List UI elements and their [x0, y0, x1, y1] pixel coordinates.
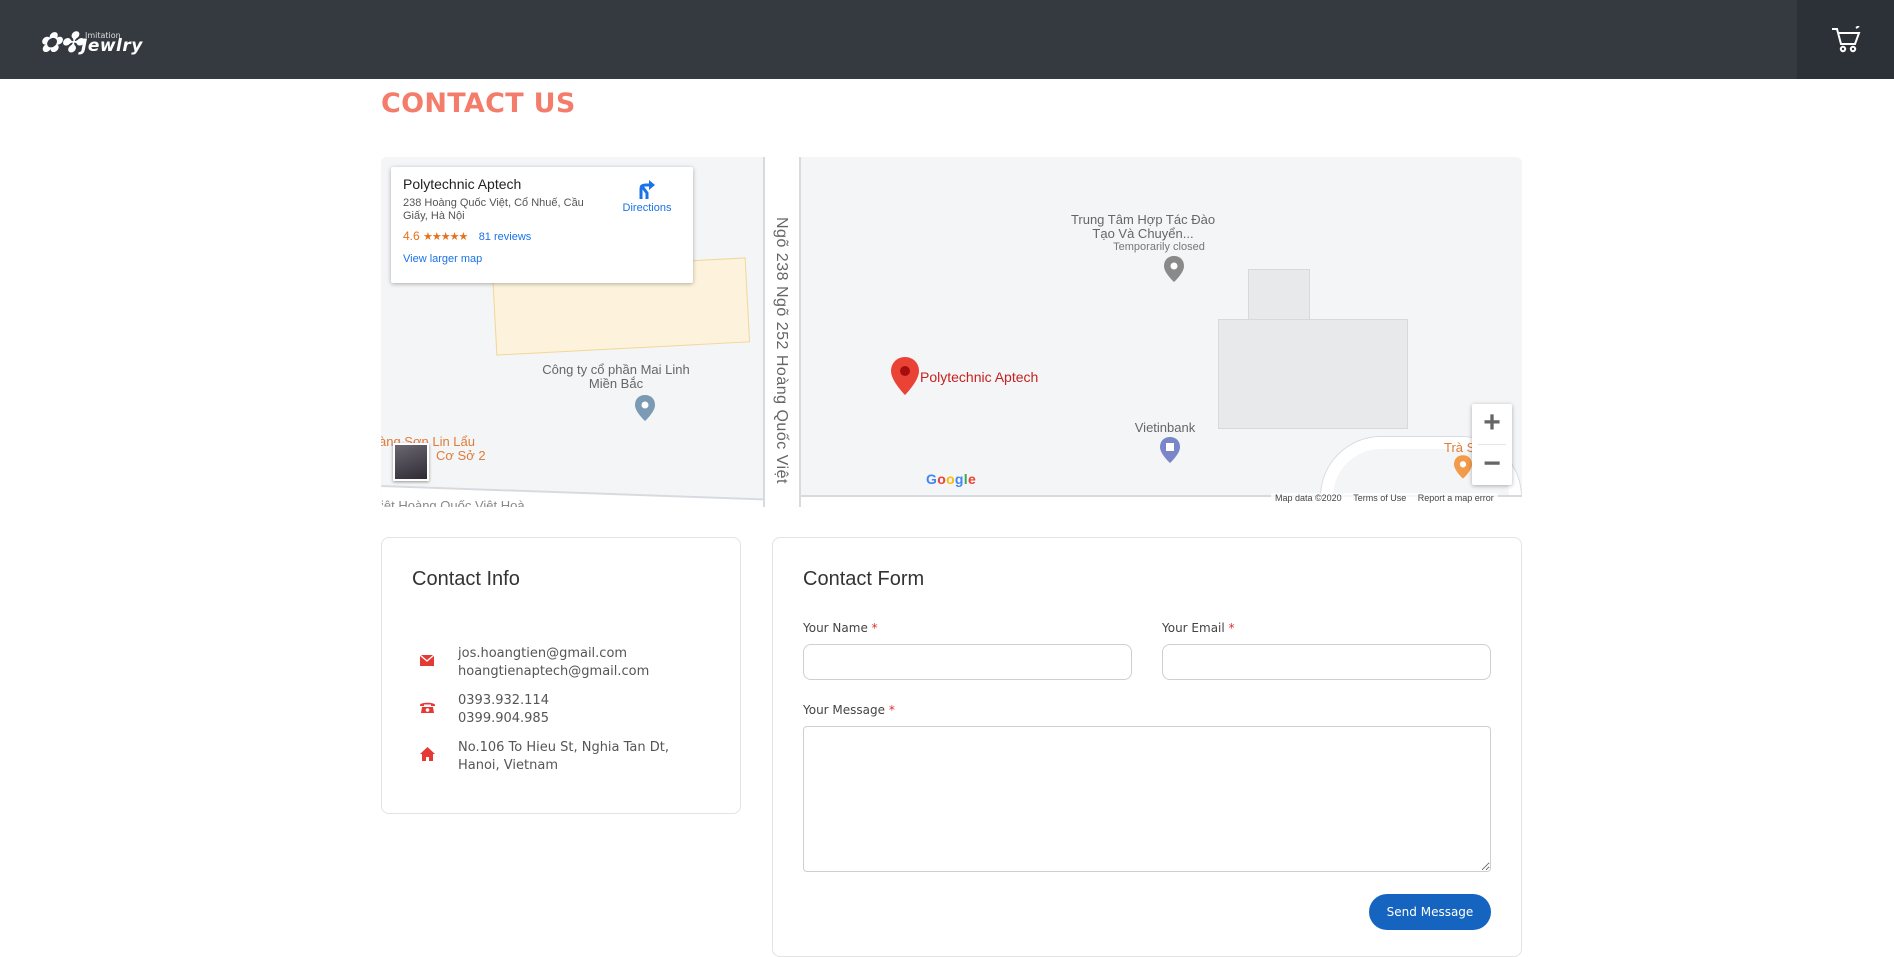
logo-mark: ✿✤: [38, 26, 83, 59]
zoom-out-button[interactable]: −: [1472, 445, 1512, 485]
reviews-link[interactable]: 81 reviews: [479, 231, 532, 243]
bank-pin-icon: [1160, 437, 1180, 463]
top-navbar: ✿✤ Imitation Jewlry: [0, 0, 1894, 79]
contact-form-card: Contact Form Your Name * Your Email * Yo…: [772, 537, 1522, 957]
place-rating: 4.6 ★★★★★ 81 reviews: [403, 229, 681, 243]
required-mark: *: [888, 703, 895, 717]
embedded-map[interactable]: Ngõ 238 Ngõ 252 Hoàng Quốc Việt Công ty …: [381, 157, 1522, 507]
address-row: No.106 To Hieu St, Nghia Tan Dt, Hanoi, …: [412, 739, 712, 775]
email-label-text: Your Email: [1162, 621, 1225, 635]
contact-form-title: Contact Form: [803, 568, 925, 590]
map-data-text: Map data ©2020: [1275, 493, 1342, 503]
phone-row: 0393.932.114 0399.904.985: [412, 692, 712, 728]
directions-button[interactable]: Directions: [617, 177, 677, 214]
google-logo: Google: [926, 471, 977, 487]
phone-1[interactable]: 0393.932.114: [458, 692, 549, 710]
rating-stars: ★★★★★: [423, 231, 468, 243]
phone-2[interactable]: 0399.904.985: [458, 710, 549, 728]
map-footer: Map data ©2020 Terms of Use Report a map…: [1271, 493, 1498, 507]
cart-button[interactable]: [1797, 0, 1894, 79]
logo-big-text: Jewlry: [81, 36, 143, 56]
street-view-thumbnail[interactable]: [393, 443, 429, 481]
map-pin-icon: [1164, 256, 1184, 282]
required-mark: *: [871, 621, 878, 635]
contact-info-card: Contact Info jos.hoangtien@gmail.com hoa…: [381, 537, 741, 814]
required-mark: *: [1228, 621, 1235, 635]
map-poi-label: Trung Tâm Hợp Tác Đào Tạo Và Chuyển...: [1070, 212, 1216, 241]
zoom-controls: + −: [1472, 404, 1512, 485]
map-street-label: Ngõ 238 Ngõ 252 Hoàng Quốc Việt: [773, 217, 790, 484]
cafe-pin-icon: [1454, 455, 1472, 479]
email-label: Your Email *: [1162, 621, 1235, 635]
map-area: [1218, 319, 1408, 429]
cart-icon: [1832, 26, 1861, 53]
site-logo[interactable]: ✿✤ Imitation Jewlry: [38, 22, 142, 59]
name-label-text: Your Name: [803, 621, 868, 635]
send-message-button[interactable]: Send Message: [1369, 894, 1491, 930]
phone-icon: [420, 702, 435, 713]
home-icon: [420, 747, 435, 761]
address-line-1: No.106 To Hieu St, Nghia Tan Dt,: [458, 740, 670, 755]
map-poi-status: Temporarily closed: [1113, 241, 1205, 253]
map-poi-label: Vietinbank: [1134, 420, 1196, 435]
message-label: Your Message *: [803, 703, 895, 717]
envelope-icon: [419, 654, 435, 666]
rating-value: 4.6: [403, 229, 420, 243]
name-label: Your Name *: [803, 621, 878, 635]
contact-info-title: Contact Info: [412, 568, 520, 590]
map-poi-label: Trà S: [1444, 440, 1476, 455]
name-input[interactable]: [803, 644, 1132, 680]
place-address: 238 Hoàng Quốc Việt, Cổ Nhuế, Cầu Giấy, …: [403, 197, 584, 222]
map-pin-icon: [635, 395, 655, 421]
view-larger-map-link[interactable]: View larger map: [403, 253, 681, 265]
zoom-in-button[interactable]: +: [1472, 404, 1512, 444]
map-poi-label: Công ty cổ phần Mai Linh Miền Bắc: [542, 362, 690, 391]
location-pin-icon[interactable]: [891, 357, 919, 395]
place-info-card: Polytechnic Aptech 238 Hoàng Quốc Việt, …: [391, 167, 693, 283]
map-street-label: iệt Hoàng Quốc Việt Hoà: [381, 498, 525, 508]
email-row: jos.hoangtien@gmail.com hoangtienaptech@…: [412, 645, 712, 681]
message-label-text: Your Message: [803, 703, 886, 717]
map-poi-label: Cơ Sở 2: [436, 448, 486, 463]
directions-icon: [639, 180, 655, 199]
message-textarea[interactable]: [803, 726, 1491, 872]
directions-label: Directions: [622, 202, 672, 214]
report-map-error-link[interactable]: Report a map error: [1418, 493, 1494, 503]
map-place-label: Polytechnic Aptech: [920, 369, 1039, 385]
email-2[interactable]: hoangtienaptech@gmail.com: [458, 663, 649, 681]
terms-of-use-link[interactable]: Terms of Use: [1353, 493, 1406, 503]
page-title: CONTACT US: [381, 88, 576, 119]
address-line-2: Hanoi, Vietnam: [458, 758, 558, 773]
email-input[interactable]: [1162, 644, 1491, 680]
email-1[interactable]: jos.hoangtien@gmail.com: [458, 645, 649, 663]
